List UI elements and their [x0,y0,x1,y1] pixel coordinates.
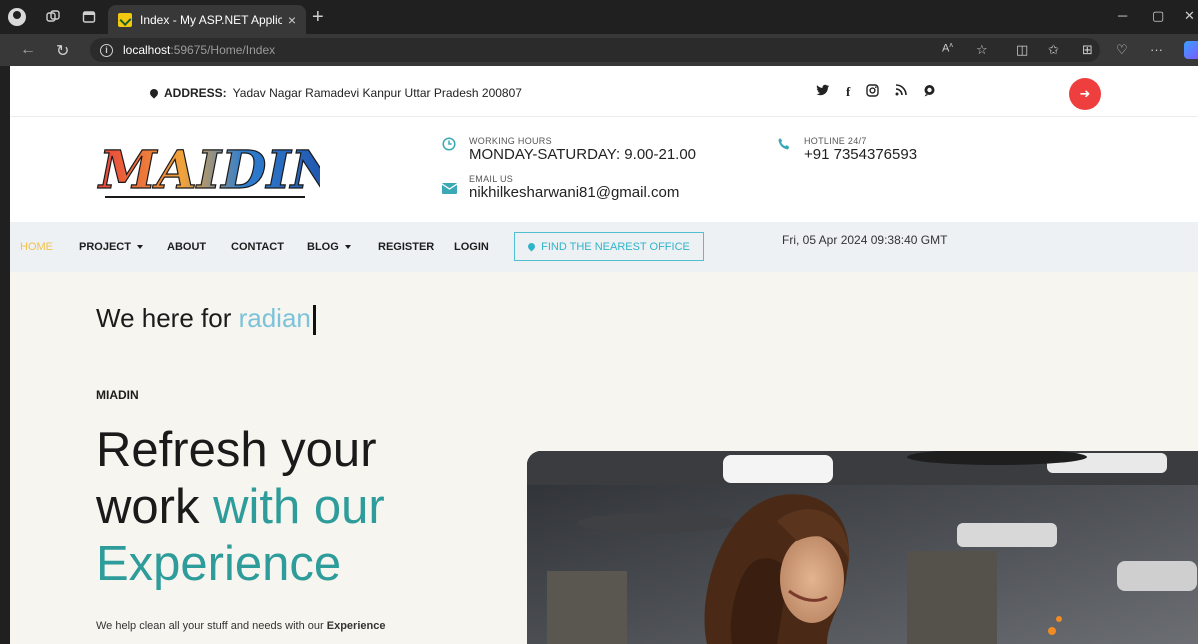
maximize-icon[interactable]: ▢ [1152,8,1164,24]
refresh-icon[interactable]: ↻ [56,41,69,61]
hero-title-work: work [96,480,200,534]
hero-subtitle-bold: Experience [326,620,386,632]
address-label: ADDRESS: [164,86,227,100]
site-logo[interactable]: MAIDIN [95,136,341,204]
browser-address-bar: ← ↻ i localhost:59675/Home/Index Aᴧ ☆ ◫ … [0,34,1198,66]
browser-essentials-icon[interactable]: ♡ [1116,42,1128,58]
chat-icon[interactable] [923,84,936,100]
clock-icon [439,137,459,156]
working-hours-info: WORKING HOURS MONDAY-SATURDAY: 9.00-21.0… [439,137,696,163]
site-favicon-icon [118,12,132,27]
working-hours-label: WORKING HOURS [469,136,552,146]
address-value: Yadav Nagar Ramadevi Kanpur Uttar Prades… [232,86,522,100]
read-aloud-icon[interactable]: Aᴧ [942,42,953,55]
tab-actions-icon[interactable] [80,8,98,26]
map-pin-icon [526,241,537,252]
nav-contact[interactable]: CONTACT [231,241,284,253]
instagram-icon[interactable] [866,84,880,100]
address-info: ADDRESS: Yadav Nagar Ramadevi Kanpur Utta… [148,86,522,100]
nav-blog-label: BLOG [307,241,339,253]
facebook-icon[interactable]: f [846,84,850,100]
tab-close-icon[interactable]: × [288,12,296,28]
copilot-icon[interactable] [1184,41,1198,59]
favorite-star-icon[interactable]: ☆ [976,42,988,58]
url-path: :59675/Home/Index [170,43,276,57]
envelope-icon [439,175,459,199]
hero-title-with-our: with our [213,480,385,534]
web-page: ADDRESS: Yadav Nagar Ramadevi Kanpur Utta… [10,66,1198,644]
hero-title-line-1: Refresh your [96,423,377,477]
url-host: localhost [123,43,171,57]
profile-icon[interactable] [8,8,26,26]
hero-subtitle-text: We help clean all your stuff and needs w… [96,620,324,632]
site-info-icon[interactable]: i [100,43,113,57]
hero-subtitle: We help clean all your stuff and needs w… [96,620,385,632]
new-tab-button[interactable]: + [312,6,324,29]
nav-project-label: PROJECT [79,241,131,253]
nav-login[interactable]: LOGIN [454,241,489,253]
email-label: EMAIL US [469,174,514,184]
rss-icon[interactable] [895,84,908,100]
minimize-icon[interactable]: ─ [1118,8,1127,23]
hero-title-line-3: Experience [96,537,342,591]
typing-word: radian [238,303,311,333]
browser-tab-active[interactable]: Index - My ASP.NET Application × [108,5,306,34]
find-nearest-office-button[interactable]: FIND THE NEAREST OFFICE [514,232,704,261]
typing-cursor [312,305,316,336]
nav-blog[interactable]: BLOG [307,241,351,253]
logout-icon: ➜ [1079,86,1091,101]
browser-tab-bar: Index - My ASP.NET Application × + ─ ▢ ✕ [0,0,1198,34]
chevron-down-icon [136,245,143,250]
close-window-icon[interactable]: ✕ [1184,8,1195,24]
nav-register[interactable]: REGISTER [378,241,434,253]
hero-title: Refresh your work with our Experience [96,422,496,593]
social-links: f [816,84,936,100]
main-navigation: HOME PROJECT ABOUT CONTACT BLOG REGISTER… [10,222,1198,272]
working-hours-value: MONDAY-SATURDAY: 9.00-21.00 [469,146,697,163]
logout-button[interactable]: ➜ [1069,78,1101,110]
current-datetime: Fri, 05 Apr 2024 09:38:40 GMT [782,233,948,247]
typing-prefix: We here for [96,303,232,333]
hotline-value[interactable]: +91 7354376593 [804,146,917,163]
hotline-label: HOTLINE 24/7 [804,136,867,146]
phone-icon [774,137,794,156]
email-info: EMAIL US nikhilkesharwani81@gmail.com [439,175,679,201]
back-icon[interactable]: ← [20,41,36,59]
nav-project[interactable]: PROJECT [79,241,143,253]
split-screen-icon[interactable]: ◫ [1016,42,1028,58]
chevron-down-icon [344,245,351,250]
more-menu-icon[interactable]: ··· [1150,42,1163,57]
hotline-info: HOTLINE 24/7 +91 7354376593 [774,137,917,163]
map-pin-icon [148,87,160,99]
tab-title: Index - My ASP.NET Application [140,12,282,27]
typing-headline: We here for radian [96,303,316,336]
favorites-icon[interactable]: ✩ [1048,42,1059,58]
email-value[interactable]: nikhilkesharwani81@gmail.com [469,184,679,201]
hero-kicker: MIADIN [96,388,139,402]
top-info-bar: ADDRESS: Yadav Nagar Ramadevi Kanpur Utta… [10,66,1198,117]
logo-text: MAIDIN [97,140,320,201]
hero-photo [527,451,1198,644]
nav-home[interactable]: HOME [20,241,53,253]
find-nearest-office-label: FIND THE NEAREST OFFICE [541,240,690,253]
hero-title-line-2: work with our [96,479,496,536]
collections-icon[interactable]: ⊞ [1082,42,1093,58]
nav-about[interactable]: ABOUT [167,241,206,253]
workspaces-icon[interactable] [44,8,62,26]
twitter-icon[interactable] [816,84,830,100]
